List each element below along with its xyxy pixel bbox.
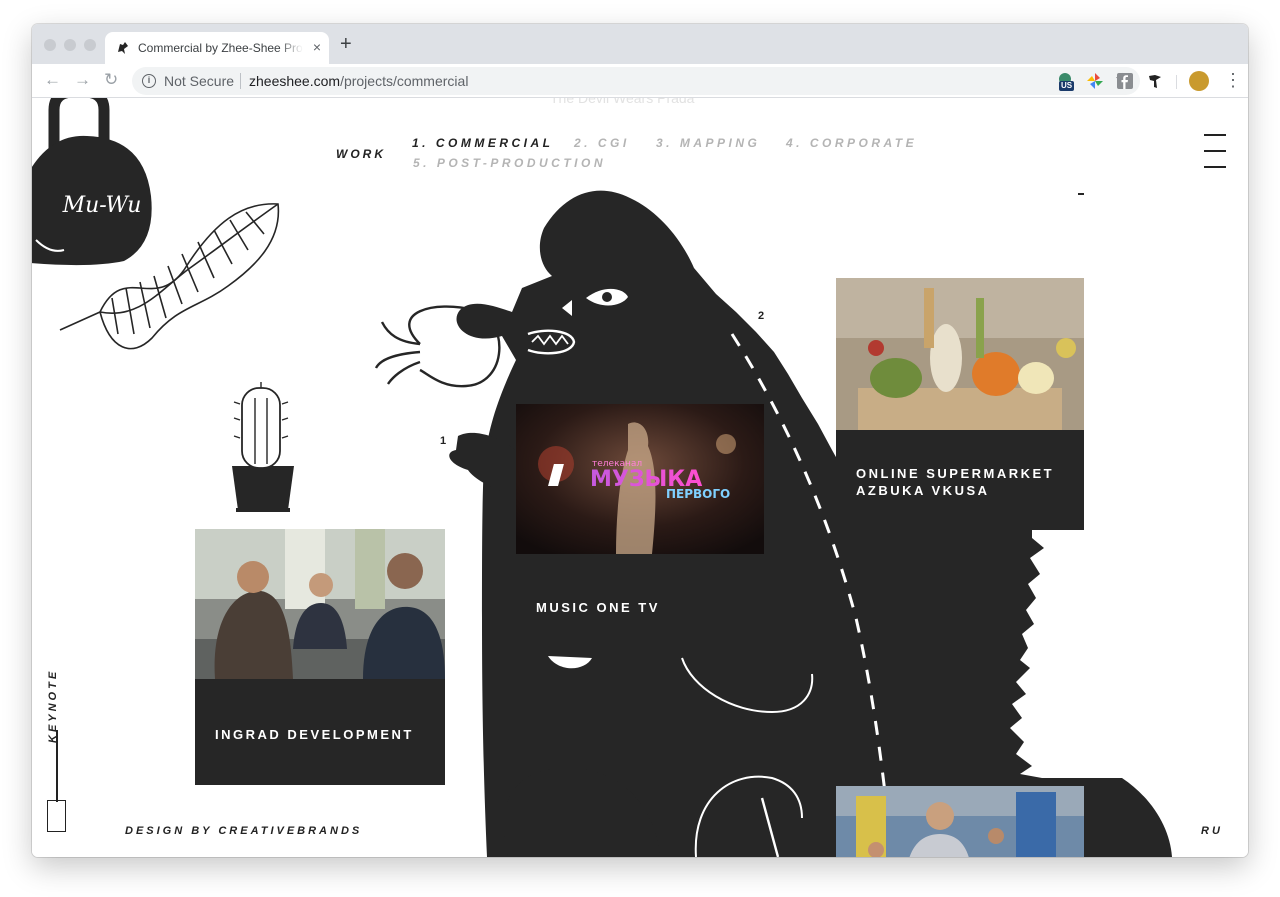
- url-path: /projects/commercial: [340, 73, 469, 89]
- keynote-line: [56, 730, 58, 802]
- language-switch[interactable]: RU: [1201, 825, 1223, 837]
- tab-title: Commercial by Zhee-Shee Pro: [138, 41, 303, 55]
- design-credit-link[interactable]: DESIGN BY CREATIVEBRANDS: [125, 825, 362, 837]
- project-label-ingrad-development[interactable]: INGRAD DEVELOPMENT: [215, 726, 414, 743]
- reload-icon[interactable]: ↻: [104, 70, 118, 90]
- nav-item-mapping[interactable]: 3. MAPPING: [656, 136, 760, 150]
- project-card-4[interactable]: [836, 786, 1084, 857]
- menu-icon[interactable]: ⋮: [1224, 68, 1242, 92]
- tab-strip: Commercial by Zhee-Shee Pro × +: [32, 24, 1248, 64]
- project-label-azbuka-vkusa[interactable]: ONLINE SUPERMARKET AZBUKA VKUSA: [856, 465, 1054, 499]
- web-page: The Devil Wears Prada Mu-Wu WORK 1. COMM…: [32, 98, 1248, 857]
- address-bar[interactable]: i Not Secure zheeshee.com/projects/comme…: [132, 67, 1140, 95]
- logo-text: Mu-Wu: [62, 193, 142, 218]
- nav-item-commercial[interactable]: 1. COMMERCIAL: [412, 136, 554, 150]
- cactus-illustration: [232, 382, 294, 512]
- nav-work-label[interactable]: WORK: [336, 147, 386, 161]
- maximize-window-button[interactable]: [84, 39, 96, 51]
- project-card-azbuka-vkusa[interactable]: ONLINE SUPERMARKET AZBUKA VKUSA: [836, 278, 1084, 530]
- keynote-icon[interactable]: [47, 800, 66, 832]
- logo-wordmark: Mu-Wu: [62, 193, 142, 218]
- browser-tab[interactable]: Commercial by Zhee-Shee Pro ×: [105, 32, 329, 64]
- info-icon[interactable]: i: [142, 74, 156, 88]
- close-window-button[interactable]: [44, 39, 56, 51]
- azbuka-vkusa-thumbnail: [836, 278, 1084, 430]
- url-host: zheeshee.com: [249, 73, 341, 89]
- toolbar-divider: [1176, 75, 1177, 89]
- forward-icon[interactable]: →: [74, 70, 91, 90]
- minimize-window-button[interactable]: [64, 39, 76, 51]
- browser-window: Commercial by Zhee-Shee Pro × + ← → ↻ i …: [32, 24, 1248, 857]
- ingrad-development-thumbnail: [195, 529, 445, 679]
- back-icon[interactable]: ←: [44, 70, 61, 90]
- vpn-extension-icon[interactable]: US: [1056, 72, 1075, 91]
- security-label[interactable]: Not Secure: [164, 73, 234, 89]
- facebook-extension-icon[interactable]: [1116, 72, 1134, 90]
- profile-avatar[interactable]: [1189, 71, 1209, 91]
- nav-item-cgi[interactable]: 2. CGI: [574, 136, 630, 150]
- hamburger-menu-icon[interactable]: [1204, 134, 1226, 168]
- project-number-1: 1: [440, 435, 447, 447]
- project-number-2: 2: [758, 310, 765, 322]
- keynote-link[interactable]: KEYNOTE: [47, 643, 63, 743]
- nav-item-post-production[interactable]: 5. POST-PRODUCTION: [413, 156, 606, 170]
- project-card-music-one-tv[interactable]: телеканал МУЗЫКА ПЕРВОГО MUSIC ONE TV: [516, 404, 764, 634]
- url-divider: [240, 73, 241, 89]
- project-card-ingrad-development[interactable]: INGRAD DEVELOPMENT: [195, 529, 445, 785]
- pinwheel-extension-icon[interactable]: [1086, 72, 1104, 90]
- music-one-tv-thumbnail: телеканал МУЗЫКА ПЕРВОГО: [516, 404, 764, 554]
- browser-toolbar: ← → ↻ i Not Secure zheeshee.com/projects…: [32, 64, 1248, 98]
- figure-extension-icon[interactable]: [1146, 72, 1164, 90]
- url-text[interactable]: zheeshee.com/projects/commercial: [249, 73, 468, 89]
- nav-item-corporate[interactable]: 4. CORPORATE: [786, 136, 917, 150]
- tab-close-icon[interactable]: ×: [313, 39, 321, 55]
- kettlebell-logo[interactable]: [32, 98, 152, 266]
- extension-badge: US: [1059, 81, 1075, 91]
- overlay-sub-text: ПЕРВОГО: [666, 487, 730, 501]
- project-label-music-one-tv[interactable]: MUSIC ONE TV: [536, 599, 660, 616]
- site-favicon-icon: [118, 42, 128, 54]
- new-tab-button[interactable]: +: [340, 34, 352, 54]
- project-4-thumbnail: [836, 786, 1084, 857]
